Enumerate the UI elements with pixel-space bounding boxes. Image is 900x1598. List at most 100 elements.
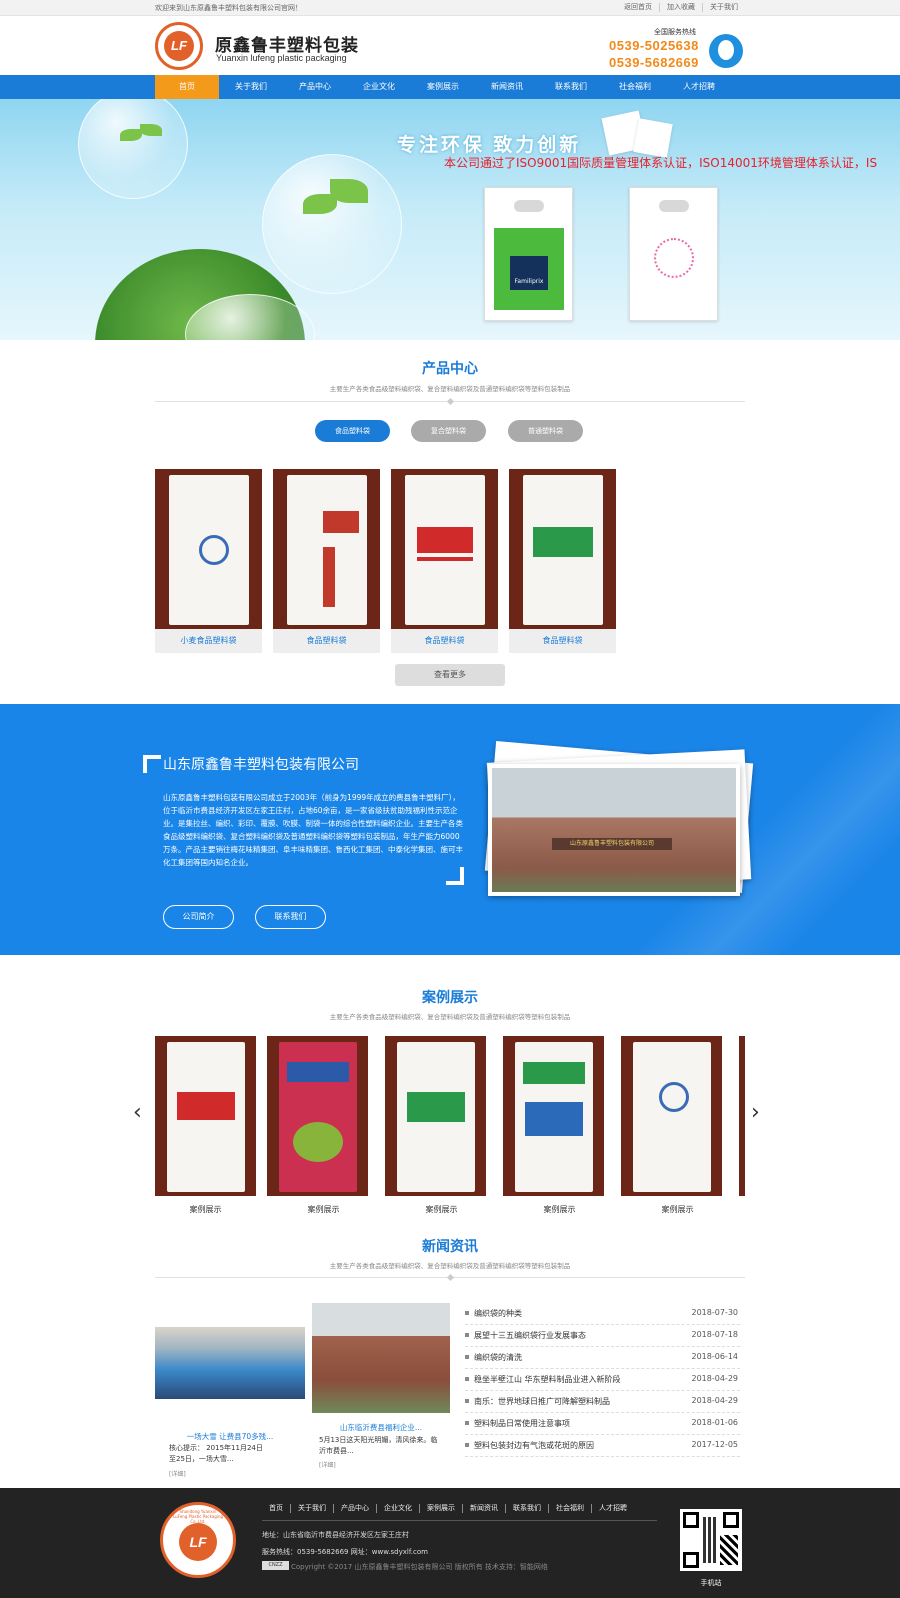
footer-nav-item[interactable]: 人才招聘	[591, 1504, 634, 1513]
news-item-date: 2018-07-30	[691, 1308, 739, 1317]
company-intro-button[interactable]: 公司简介	[163, 905, 234, 929]
news-item-title[interactable]: 塑料制品日常使用注意事项	[474, 1418, 570, 1429]
bullet-icon	[465, 1399, 469, 1403]
news-feature-more[interactable]: [详细]	[169, 1469, 186, 1478]
news-item-date: 2018-04-29	[691, 1374, 739, 1383]
footer-nav: 首页 关于我们 产品中心 企业文化 案例展示 新闻资讯 联系我们 社会福利 人才招聘	[262, 1504, 634, 1513]
bullet-icon	[465, 1377, 469, 1381]
footer-seal-mark: LF	[179, 1523, 217, 1561]
case-caption[interactable]: 案例展示	[155, 1204, 256, 1215]
news-item-title[interactable]: 南乐：世界地球日推广可降解塑料制品	[474, 1396, 610, 1407]
case-caption[interactable]: 案例展示	[391, 1204, 492, 1215]
footer-nav-item[interactable]: 案例展示	[419, 1504, 462, 1513]
logo-subtitle: Yuanxin lufeng plastic packaging	[216, 53, 347, 63]
bag-printed	[629, 187, 718, 321]
bullet-icon	[465, 1355, 469, 1359]
product-name[interactable]: 食品塑料袋	[509, 629, 616, 653]
news-feature-summary: 5月13日这天阳光明媚，清风徐来。临沂市费县...	[319, 1436, 438, 1455]
news-list-item[interactable]: 塑料制品日常使用注意事项 2018-01-06	[465, 1413, 740, 1435]
news-feature-title[interactable]: 山东临沂费县福利企业...	[312, 1422, 450, 1433]
bullet-icon	[465, 1421, 469, 1425]
news-list-item[interactable]: 编织袋的清洗 2018-06-14	[465, 1347, 740, 1369]
footer-nav-item[interactable]: 产品中心	[333, 1504, 376, 1513]
news-item-title[interactable]: 塑料包装封边有气泡或花斑的原因	[474, 1440, 594, 1451]
tab-composite-bags[interactable]: 复合塑料袋	[411, 420, 486, 442]
nav-item[interactable]: 案例展示	[411, 75, 475, 99]
footer-nav-item[interactable]: 企业文化	[376, 1504, 419, 1513]
news-list-item[interactable]: 塑料包装封边有气泡或花斑的原因 2017-12-05	[465, 1435, 740, 1457]
header	[0, 16, 900, 75]
product-card[interactable]: 食品塑料袋	[509, 469, 616, 653]
news-item-date: 2018-06-14	[691, 1352, 739, 1361]
news-item-title[interactable]: 编织袋的种类	[474, 1308, 522, 1319]
about-title: 山东原鑫鲁丰塑料包装有限公司	[163, 756, 359, 772]
top-link-home[interactable]: 返回首页	[617, 3, 659, 12]
case-caption[interactable]: 案例展示	[509, 1204, 610, 1215]
footer-nav-item[interactable]: 联系我们	[505, 1504, 548, 1513]
news-list-item[interactable]: 展望十三五编织袋行业发展事态 2018-07-18	[465, 1325, 740, 1347]
top-link-favorite[interactable]: 加入收藏	[659, 3, 702, 12]
news-feature-more[interactable]: [详细]	[319, 1460, 336, 1469]
news-list-item[interactable]: 稳坐半壁江山 华东塑料制品业进入新阶段 2018-04-29	[465, 1369, 740, 1391]
case-image[interactable]	[503, 1036, 604, 1196]
carousel-prev-icon[interactable]: ‹	[133, 1100, 142, 1125]
case-caption[interactable]: 案例展示	[627, 1204, 728, 1215]
products-subtitle: 主要生产各类食品级塑料编织袋、复合塑料编织袋及普通塑料编织袋等塑料包装制品	[329, 385, 571, 393]
nav-item[interactable]: 首页	[155, 75, 219, 99]
news-list-item[interactable]: 南乐：世界地球日推广可降解塑料制品 2018-04-29	[465, 1391, 740, 1413]
product-card[interactable]: 食品塑料袋	[391, 469, 498, 653]
bubble-sprout-large	[262, 154, 402, 294]
product-name[interactable]: 小麦食品塑料袋	[155, 629, 262, 653]
product-card[interactable]: 食品塑料袋	[273, 469, 380, 653]
footer-seal-text: Shandong Yuanxin LuFeng Plastic Packagin…	[172, 1509, 224, 1524]
view-more-button[interactable]: 查看更多	[395, 664, 505, 686]
footer-nav-item[interactable]: 关于我们	[290, 1504, 333, 1513]
logo-mark: LF	[164, 31, 194, 61]
news-item-title[interactable]: 编织袋的清洗	[474, 1352, 522, 1363]
company-logo[interactable]: LF	[155, 22, 203, 70]
case-image[interactable]	[267, 1036, 368, 1196]
news-title: 新闻资讯	[422, 1238, 478, 1254]
product-card[interactable]: 小麦食品塑料袋	[155, 469, 262, 653]
bag-brand: Familiprix	[510, 256, 548, 290]
nav-item[interactable]: 社会福利	[603, 75, 667, 99]
qr-label: 手机站	[700, 1579, 722, 1587]
nav-item[interactable]: 企业文化	[347, 75, 411, 99]
case-image[interactable]	[621, 1036, 722, 1196]
nav-item[interactable]: 产品中心	[283, 75, 347, 99]
news-feature-image[interactable]	[312, 1303, 450, 1413]
nav-item[interactable]: 联系我们	[539, 75, 603, 99]
news-item-title[interactable]: 展望十三五编织袋行业发展事态	[474, 1330, 586, 1341]
news-item-date: 2018-04-29	[691, 1396, 739, 1405]
tab-food-bags[interactable]: 食品塑料袋	[315, 420, 390, 442]
headset-icon	[709, 34, 743, 68]
product-name[interactable]: 食品塑料袋	[391, 629, 498, 653]
cases-subtitle: 主要生产各类食品级塑料编织袋、复合塑料编织袋及普通塑料编织袋等塑料包装制品	[329, 1013, 571, 1021]
footer-nav-item[interactable]: 新闻资讯	[462, 1504, 505, 1513]
footer-nav-item[interactable]: 首页	[262, 1504, 290, 1513]
case-caption[interactable]: 案例展示	[273, 1204, 374, 1215]
footer-copyright: Copyright ©2017 山东原鑫鲁丰塑料包装有限公司 版权所有 技术支持…	[291, 1563, 548, 1571]
contact-us-button[interactable]: 联系我们	[255, 905, 326, 929]
news-feature-title[interactable]: 一场大雪 让费县70多残...	[155, 1431, 305, 1442]
news-item-title[interactable]: 稳坐半壁江山 华东塑料制品业进入新阶段	[474, 1374, 621, 1385]
nav-item[interactable]: 关于我们	[219, 75, 283, 99]
nav-item[interactable]: 人才招聘	[667, 75, 731, 99]
top-link-about[interactable]: 关于我们	[702, 3, 745, 12]
bubble-sprout-small	[78, 99, 188, 199]
bullet-icon	[465, 1443, 469, 1447]
nav-item[interactable]: 新闻资讯	[475, 75, 539, 99]
product-name[interactable]: 食品塑料袋	[273, 629, 380, 653]
tab-plain-bags[interactable]: 普通塑料袋	[508, 420, 583, 442]
cnzz-badge[interactable]: CNZZ	[262, 1561, 289, 1570]
news-subtitle: 主要生产各类食品级塑料编织袋、复合塑料编织袋及普通塑料编织袋等塑料包装制品	[329, 1262, 571, 1270]
footer-seal-logo: Shandong Yuanxin LuFeng Plastic Packagin…	[160, 1502, 236, 1578]
news-feature-image[interactable]	[155, 1327, 305, 1399]
news-list-item[interactable]: 编织袋的种类 2018-07-30	[465, 1303, 740, 1325]
carousel-next-icon[interactable]: ›	[751, 1100, 760, 1125]
case-image[interactable]	[385, 1036, 486, 1196]
bullet-icon	[465, 1333, 469, 1337]
phone-number-2: 0539-5682669	[609, 55, 699, 70]
footer-nav-item[interactable]: 社会福利	[548, 1504, 591, 1513]
case-image[interactable]	[155, 1036, 256, 1196]
